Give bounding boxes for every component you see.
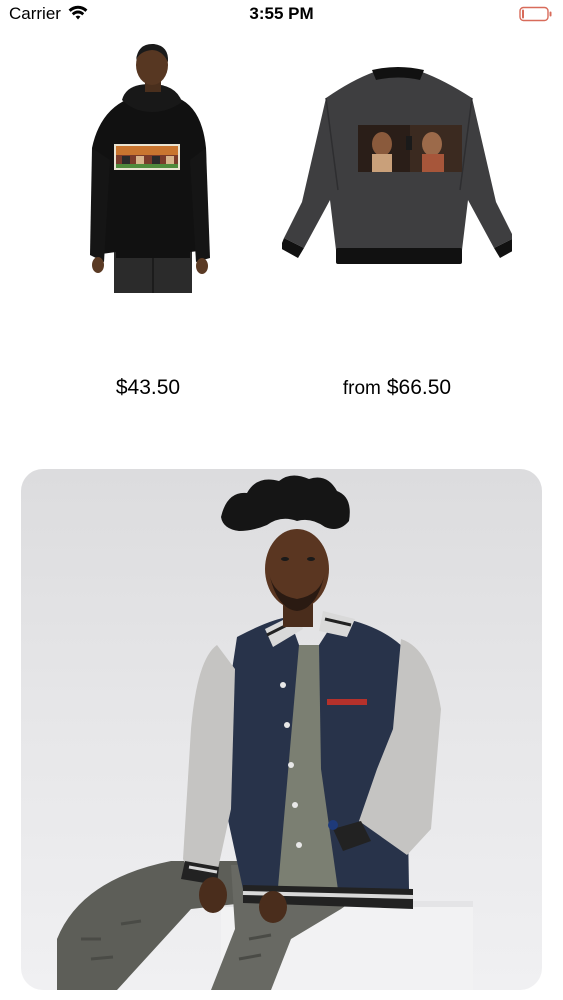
price-label: $43.50 bbox=[115, 376, 181, 399]
battery-icon bbox=[519, 6, 552, 22]
featured-product-image[interactable] bbox=[21, 469, 542, 990]
price-prefix: from bbox=[342, 378, 381, 399]
clock-time: 3:55 PM bbox=[249, 4, 314, 23]
product-image-hoodie[interactable] bbox=[30, 40, 260, 300]
price-row-hoodie: $43.50 bbox=[30, 376, 260, 400]
product-image-bomber[interactable] bbox=[282, 40, 512, 300]
status-bar: Carrier 3:55 PM bbox=[0, 0, 563, 30]
price-row-bomber: from $66.50 bbox=[282, 376, 512, 400]
price-label: $66.50 bbox=[386, 376, 452, 399]
featured-product-card[interactable] bbox=[21, 469, 542, 990]
